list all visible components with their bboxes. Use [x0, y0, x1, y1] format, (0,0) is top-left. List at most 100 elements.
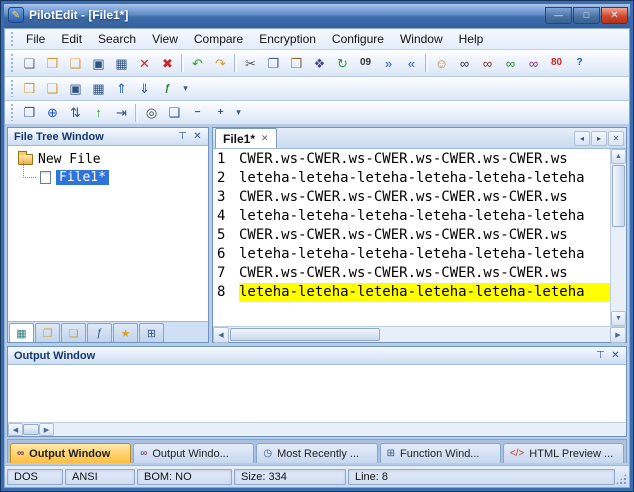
vertical-scrollbar[interactable]: ▲ ▼	[610, 149, 626, 326]
menu-edit[interactable]: Edit	[53, 30, 90, 48]
tab-most-recently[interactable]: ◷ Most Recently ...	[256, 443, 377, 463]
ftp-save-as-button[interactable]: ▦	[87, 78, 110, 99]
pin-button[interactable]: ⊤	[593, 349, 608, 363]
toolbar-button[interactable]	[135, 104, 138, 122]
menu-window[interactable]: Window	[392, 30, 451, 48]
undo-button[interactable]: ↶	[186, 53, 209, 74]
close-button[interactable]: ✕	[601, 7, 628, 24]
output-scrollbar[interactable]: ◀ ▶	[8, 422, 626, 436]
horizontal-scroll-thumb[interactable]	[230, 328, 380, 341]
redo-button[interactable]: ↷	[209, 53, 232, 74]
collapse-button[interactable]: −	[186, 102, 209, 123]
tab-output-window-2[interactable]: ∞ Output Windo...	[133, 443, 254, 463]
copy-button[interactable]: ❐	[262, 53, 285, 74]
titlebar[interactable]: ✎ PilotEdit - [File1*] — □ ✕	[4, 4, 630, 28]
download-button[interactable]: ⇓	[133, 78, 156, 99]
vertical-scroll-thumb[interactable]	[612, 165, 625, 227]
output-content[interactable]	[8, 365, 626, 422]
file-tree-tab[interactable]: ▦	[9, 323, 34, 342]
favorites-tab[interactable]: ★	[113, 323, 138, 342]
move-up-button[interactable]: ↑	[87, 102, 110, 123]
upload-button[interactable]: ⇑	[110, 78, 133, 99]
tree-node-file1[interactable]: File1*	[32, 168, 206, 186]
editor-line[interactable]: 7 CWER.ws-CWER.ws-CWER.ws-CWER.ws-CWER.w…	[213, 264, 610, 283]
split-window-button[interactable]: ❏	[163, 102, 186, 123]
menu-file[interactable]: File	[18, 30, 53, 48]
find-button[interactable]: ∞	[453, 53, 476, 74]
tab-html-preview[interactable]: </> HTML Preview ...	[503, 443, 624, 463]
toolbar-overflow2-button[interactable]: ▾	[232, 102, 245, 123]
menu-configure[interactable]: Configure	[324, 30, 392, 48]
editor-line[interactable]: 8 leteha-leteha-leteha-leteha-leteha-let…	[213, 283, 610, 302]
replace-button[interactable]: ∞	[522, 53, 545, 74]
tree-node-new-file[interactable]: New File	[10, 150, 206, 168]
save-button[interactable]: ▣	[87, 53, 110, 74]
toolbar-grip[interactable]	[10, 80, 15, 96]
paste-button[interactable]: ❒	[285, 53, 308, 74]
editor-line[interactable]: 4 leteha-leteha-leteha-leteha-leteha-let…	[213, 207, 610, 226]
find-in-files-button[interactable]: ∞	[476, 53, 499, 74]
scroll-left-button[interactable]: ◀	[213, 327, 229, 343]
maximize-button[interactable]: □	[573, 7, 600, 24]
prev-position-button[interactable]: «	[400, 53, 423, 74]
expand-button[interactable]: +	[209, 102, 232, 123]
indent-button[interactable]: ⇥	[110, 102, 133, 123]
ftp-open-button[interactable]: ❒	[18, 78, 41, 99]
magnifier-button[interactable]: ◎	[140, 102, 163, 123]
encrypt-button[interactable]: ☺	[430, 53, 453, 74]
refresh-button[interactable]: ↻	[331, 53, 354, 74]
menu-search[interactable]: Search	[90, 30, 144, 48]
scroll-right-button[interactable]: ▶	[610, 327, 626, 343]
save-all-button[interactable]: ▦	[110, 53, 133, 74]
ftp-save-button[interactable]: ▣	[64, 78, 87, 99]
toolbar-grip[interactable]	[10, 32, 15, 46]
tab-close-all-button[interactable]: ✕	[608, 131, 624, 146]
panel-close-button[interactable]: ✕	[190, 130, 205, 144]
browser-preview-button[interactable]: ⊕	[41, 102, 64, 123]
reopen-button[interactable]: ❑	[64, 53, 87, 74]
panel-close-button[interactable]: ✕	[608, 349, 623, 363]
windows-tab[interactable]: ⊞	[139, 323, 164, 342]
editor-line[interactable]: 5 CWER.ws-CWER.ws-CWER.ws-CWER.ws-CWER.w…	[213, 226, 610, 245]
scroll-track[interactable]	[54, 423, 626, 436]
new-file-button[interactable]: ❏	[18, 53, 41, 74]
menu-compare[interactable]: Compare	[186, 30, 251, 48]
close-file-button[interactable]: ✖	[156, 53, 179, 74]
output-scroll-thumb[interactable]	[23, 424, 39, 435]
functions-tab[interactable]: ƒ	[87, 323, 112, 342]
scroll-track[interactable]	[611, 228, 626, 311]
tab-scroll-right-button[interactable]: ▸	[591, 131, 607, 146]
toolbar-grip[interactable]	[10, 54, 15, 72]
scroll-track[interactable]	[381, 327, 610, 342]
resize-grip-icon[interactable]	[615, 473, 627, 485]
run-script-button[interactable]: ƒ	[156, 78, 179, 99]
scroll-down-button[interactable]: ▼	[611, 311, 626, 326]
menu-view[interactable]: View	[144, 30, 186, 48]
ascii-hex-button[interactable]: 09	[354, 53, 377, 74]
toolbar-button[interactable]	[234, 54, 237, 72]
menu-help[interactable]: Help	[451, 30, 492, 48]
horizontal-scrollbar[interactable]: ◀ ▶	[213, 326, 626, 342]
menu-encryption[interactable]: Encryption	[251, 30, 324, 48]
editor-line[interactable]: 3 CWER.ws-CWER.ws-CWER.ws-CWER.ws-CWER.w…	[213, 188, 610, 207]
editor-line[interactable]: 1 CWER.ws-CWER.ws-CWER.ws-CWER.ws-CWER.w…	[213, 150, 610, 169]
editor-tab-file1[interactable]: File1* ✕	[215, 128, 277, 148]
scroll-up-button[interactable]: ▲	[611, 149, 626, 164]
column-80-button[interactable]: 80	[545, 53, 568, 74]
open-file-button[interactable]: ❒	[41, 53, 64, 74]
toolbar-overflow-button[interactable]: ▾	[179, 78, 192, 99]
cut-button[interactable]: ✂	[239, 53, 262, 74]
minimize-button[interactable]: —	[545, 7, 572, 24]
tab-function-window[interactable]: ⊞ Function Wind...	[380, 443, 501, 463]
select-button[interactable]: ❖	[308, 53, 331, 74]
scroll-right-button[interactable]: ▶	[39, 423, 54, 436]
editor-line[interactable]: 6 leteha-leteha-leteha-leteha-leteha-let…	[213, 245, 610, 264]
help-button[interactable]: ?	[568, 53, 591, 74]
scroll-left-button[interactable]: ◀	[8, 423, 23, 436]
editor-line[interactable]: 2 leteha-leteha-leteha-leteha-leteha-let…	[213, 169, 610, 188]
clipboard-tab[interactable]: ❐	[35, 323, 60, 342]
tab-output-window[interactable]: ∞ Output Window	[10, 443, 131, 463]
next-position-button[interactable]: »	[377, 53, 400, 74]
delete-button[interactable]: ✕	[133, 53, 156, 74]
pin-button[interactable]: ⊤	[175, 130, 190, 144]
